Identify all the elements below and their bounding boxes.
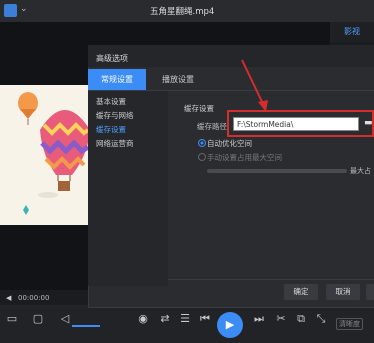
file-title: 五角星翻绳.mp4: [150, 7, 215, 17]
app-logo-icon[interactable]: [4, 4, 17, 17]
next-icon[interactable]: ⏭: [250, 312, 268, 326]
shrink-icon[interactable]: ⤡: [312, 312, 330, 326]
tab-playback-settings[interactable]: 播放设置: [146, 69, 210, 90]
nav-item-cache-settings[interactable]: 缓存设置: [96, 124, 126, 135]
current-time: 00:00:00: [18, 294, 50, 302]
tab-video-library[interactable]: 影视: [330, 22, 374, 42]
folder-open-icon[interactable]: ▢: [29, 312, 47, 325]
equalizer-icon[interactable]: ☰: [176, 312, 194, 325]
chevron-down-icon[interactable]: ⌄: [20, 4, 28, 14]
section-title: 缓存设置: [184, 104, 214, 113]
nav-item-isp[interactable]: 网络运营商: [96, 138, 134, 149]
nav-item-cache-network[interactable]: 缓存与网络: [96, 110, 134, 121]
previous-icon[interactable]: ⏮: [196, 312, 214, 326]
radio-manual-label[interactable]: 手动设置占用最大空间: [207, 152, 282, 163]
radio-manual-space[interactable]: [198, 153, 206, 161]
radio-auto-label[interactable]: 自动优化空间: [207, 138, 252, 149]
video-thumbnail-hot-air-balloon: [0, 85, 92, 225]
max-space-label: 最大占: [350, 167, 371, 175]
dialog-title: 高级选项: [96, 54, 128, 63]
apply-button[interactable]: [366, 284, 374, 300]
tab-general-settings[interactable]: 常规设置: [88, 69, 146, 90]
screenshot-icon[interactable]: ⧉: [292, 312, 310, 326]
volume-slider[interactable]: [72, 325, 100, 327]
max-space-slider[interactable]: [207, 169, 347, 173]
cache-path-label: 缓存路径:: [197, 122, 230, 131]
scissors-icon[interactable]: ✂: [272, 312, 290, 325]
cancel-button[interactable]: 取消: [326, 284, 360, 300]
radio-auto-optimize[interactable]: [198, 139, 206, 147]
play-small-icon[interactable]: ◀: [6, 294, 11, 302]
nav-item-basic[interactable]: 基本设置: [96, 96, 126, 107]
dialog-footer-divider: [168, 279, 374, 280]
play-button[interactable]: ▶: [217, 312, 243, 338]
eye-icon[interactable]: ◉: [134, 312, 152, 325]
ok-button[interactable]: 确定: [284, 284, 318, 300]
highlight-arrow: [241, 59, 268, 112]
volume-icon[interactable]: ◁: [56, 312, 74, 325]
repeat-icon[interactable]: ⇄: [156, 312, 174, 325]
playlist-icon[interactable]: ▭: [3, 312, 21, 325]
quality-badge[interactable]: 清晰度: [336, 318, 363, 330]
